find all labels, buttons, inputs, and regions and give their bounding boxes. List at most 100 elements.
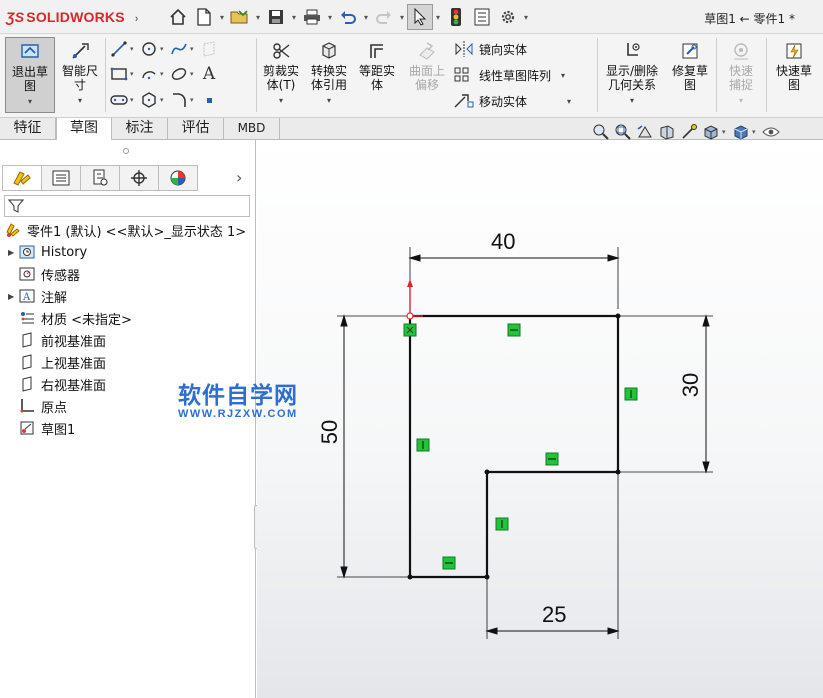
quick-snaps-button[interactable]: 快速捕捉 ▾ — [719, 40, 763, 108]
configuration-manager-tab[interactable] — [80, 165, 120, 191]
hide-show-items-icon[interactable] — [760, 122, 782, 142]
expand-arrow-icon[interactable]: ▶ — [8, 248, 18, 257]
previous-view-icon[interactable] — [634, 122, 656, 142]
spline-icon[interactable] — [168, 39, 190, 59]
linear-pattern-button[interactable]: 线性草图阵列 ▾ — [453, 64, 565, 86]
smart-dimension-button[interactable]: 智能尺寸 ▾ — [58, 40, 102, 108]
display-style-icon[interactable] — [730, 122, 752, 142]
repair-sketch-button[interactable]: 修复草图 — [668, 40, 712, 92]
move-entities-button[interactable]: 移动实体 ▾ — [453, 90, 571, 112]
panel-grip[interactable] — [123, 148, 129, 154]
chevron-down-icon[interactable]: ▾ — [289, 13, 299, 22]
dimxpert-manager-tab[interactable] — [119, 165, 159, 191]
tab-mbd[interactable]: MBD — [224, 118, 280, 140]
chevron-down-icon[interactable]: ▾ — [130, 96, 138, 104]
arc-icon[interactable] — [138, 64, 160, 84]
exit-sketch-button[interactable]: 退出草图 ▾ — [5, 37, 55, 113]
save-icon[interactable] — [263, 4, 289, 30]
chevron-down-icon[interactable]: ▾ — [433, 13, 443, 22]
tab-markup[interactable]: 标注 — [112, 118, 168, 140]
tree-item-top-plane[interactable]: 上视基准面 — [18, 352, 106, 372]
chevron-down-icon[interactable]: ▾ — [217, 13, 227, 22]
chevron-down-icon[interactable]: ▾ — [722, 128, 730, 136]
view-orientation-icon[interactable] — [700, 122, 722, 142]
chevron-down-icon[interactable]: ▾ — [259, 94, 303, 108]
fillet-icon[interactable] — [168, 90, 190, 110]
ellipse-icon[interactable] — [168, 64, 190, 84]
rectangle-icon[interactable] — [108, 64, 130, 84]
tree-root-part[interactable]: 零件1 (默认) <<默认>_显示状态 1> — [4, 220, 246, 240]
chevron-down-icon[interactable]: ▾ — [190, 70, 198, 78]
chevron-down-icon[interactable]: ▾ — [160, 45, 168, 53]
trim-entities-button[interactable]: 剪裁实体(T) ▾ — [259, 40, 303, 108]
section-view-icon[interactable] — [656, 122, 678, 142]
chevron-down-icon[interactable]: ▾ — [6, 95, 54, 109]
chevron-down-icon[interactable]: ▾ — [58, 94, 102, 108]
redo-icon[interactable] — [371, 4, 397, 30]
text-icon[interactable]: A — [198, 64, 220, 84]
tree-item-front-plane[interactable]: 前视基准面 — [18, 330, 106, 350]
print-icon[interactable] — [299, 4, 325, 30]
chevron-right-icon[interactable]: › — [236, 168, 242, 187]
tab-features[interactable]: 特征 — [0, 118, 56, 140]
display-relations-button[interactable]: 显示/删除几何关系 ▾ — [600, 40, 664, 108]
rebuild-traffic-light-icon[interactable] — [443, 4, 469, 30]
tree-item-right-plane[interactable]: 右视基准面 — [18, 374, 106, 394]
offset-entities-button[interactable]: 等距实体 — [355, 40, 399, 92]
line-icon[interactable] — [108, 39, 130, 59]
tab-sketch[interactable]: 草图 — [56, 118, 112, 141]
dimension-right[interactable]: 30 — [678, 373, 704, 397]
chevron-down-icon[interactable]: ▾ — [160, 96, 168, 104]
circle-icon[interactable] — [138, 39, 160, 59]
chevron-down-icon[interactable]: ▾ — [190, 45, 198, 53]
point-icon[interactable] — [198, 90, 220, 110]
zoom-to-fit-icon[interactable] — [590, 122, 612, 142]
solidworks-logo[interactable]: ƷS SOLIDWORKS › — [6, 9, 139, 25]
offset-on-surface-button[interactable]: 曲面上偏移 — [403, 40, 451, 92]
chevron-down-icon[interactable]: ▾ — [521, 13, 531, 22]
new-document-icon[interactable] — [191, 4, 217, 30]
chevron-down-icon[interactable]: ▾ — [307, 94, 351, 108]
chevron-down-icon[interactable]: ▾ — [361, 13, 371, 22]
select-cursor-icon[interactable] — [407, 4, 433, 30]
dynamic-annotation-icon[interactable] — [678, 122, 700, 142]
tree-item-material[interactable]: 材质 <未指定> — [18, 308, 132, 328]
convert-entities-button[interactable]: 转换实体引用 ▾ — [307, 40, 351, 108]
chevron-down-icon[interactable]: ▾ — [190, 96, 198, 104]
open-folder-icon[interactable] — [227, 4, 253, 30]
tree-item-sketch1[interactable]: 草图1 — [18, 418, 75, 438]
polygon-icon[interactable] — [138, 90, 160, 110]
home-icon[interactable] — [165, 4, 191, 30]
chevron-down-icon[interactable]: ▾ — [160, 70, 168, 78]
chevron-down-icon[interactable]: ▾ — [752, 128, 760, 136]
tree-item-origin[interactable]: 原点 — [18, 396, 67, 416]
dimension-top[interactable]: 40 — [491, 229, 515, 255]
tree-filter-box[interactable] — [4, 195, 250, 217]
chevron-down-icon[interactable]: ▾ — [253, 13, 263, 22]
undo-icon[interactable] — [335, 4, 361, 30]
chevron-down-icon[interactable]: ▾ — [397, 13, 407, 22]
chevron-down-icon[interactable]: ▾ — [561, 71, 565, 80]
tree-item-annotations[interactable]: ▶ A 注解 — [8, 286, 67, 306]
dimension-left[interactable]: 50 — [317, 420, 343, 444]
feature-manager-tab[interactable] — [2, 165, 42, 191]
tree-item-sensors[interactable]: 传感器 — [18, 264, 80, 284]
display-manager-tab[interactable] — [158, 165, 198, 191]
property-manager-tab[interactable] — [41, 165, 81, 191]
options-gear-icon[interactable] — [495, 4, 521, 30]
expand-arrow-icon[interactable]: ▶ — [8, 292, 18, 301]
slot-icon[interactable] — [108, 90, 130, 110]
chevron-down-icon[interactable]: ▾ — [130, 45, 138, 53]
chevron-down-icon[interactable]: ▾ — [567, 97, 571, 106]
chevron-down-icon[interactable]: ▾ — [600, 94, 664, 108]
dimension-bottom[interactable]: 25 — [542, 602, 566, 628]
graphics-area[interactable]: 40 30 50 25 — [257, 141, 823, 698]
mirror-entities-button[interactable]: 镜向实体 — [453, 38, 527, 60]
zoom-area-icon[interactable] — [612, 122, 634, 142]
tree-item-history[interactable]: ▶ History — [8, 242, 87, 262]
tab-evaluate[interactable]: 评估 — [168, 118, 224, 140]
rapid-sketch-button[interactable]: 快速草图 — [771, 40, 817, 92]
chevron-down-icon[interactable]: ▾ — [130, 70, 138, 78]
file-properties-icon[interactable] — [469, 4, 495, 30]
chevron-down-icon[interactable]: ▾ — [325, 13, 335, 22]
